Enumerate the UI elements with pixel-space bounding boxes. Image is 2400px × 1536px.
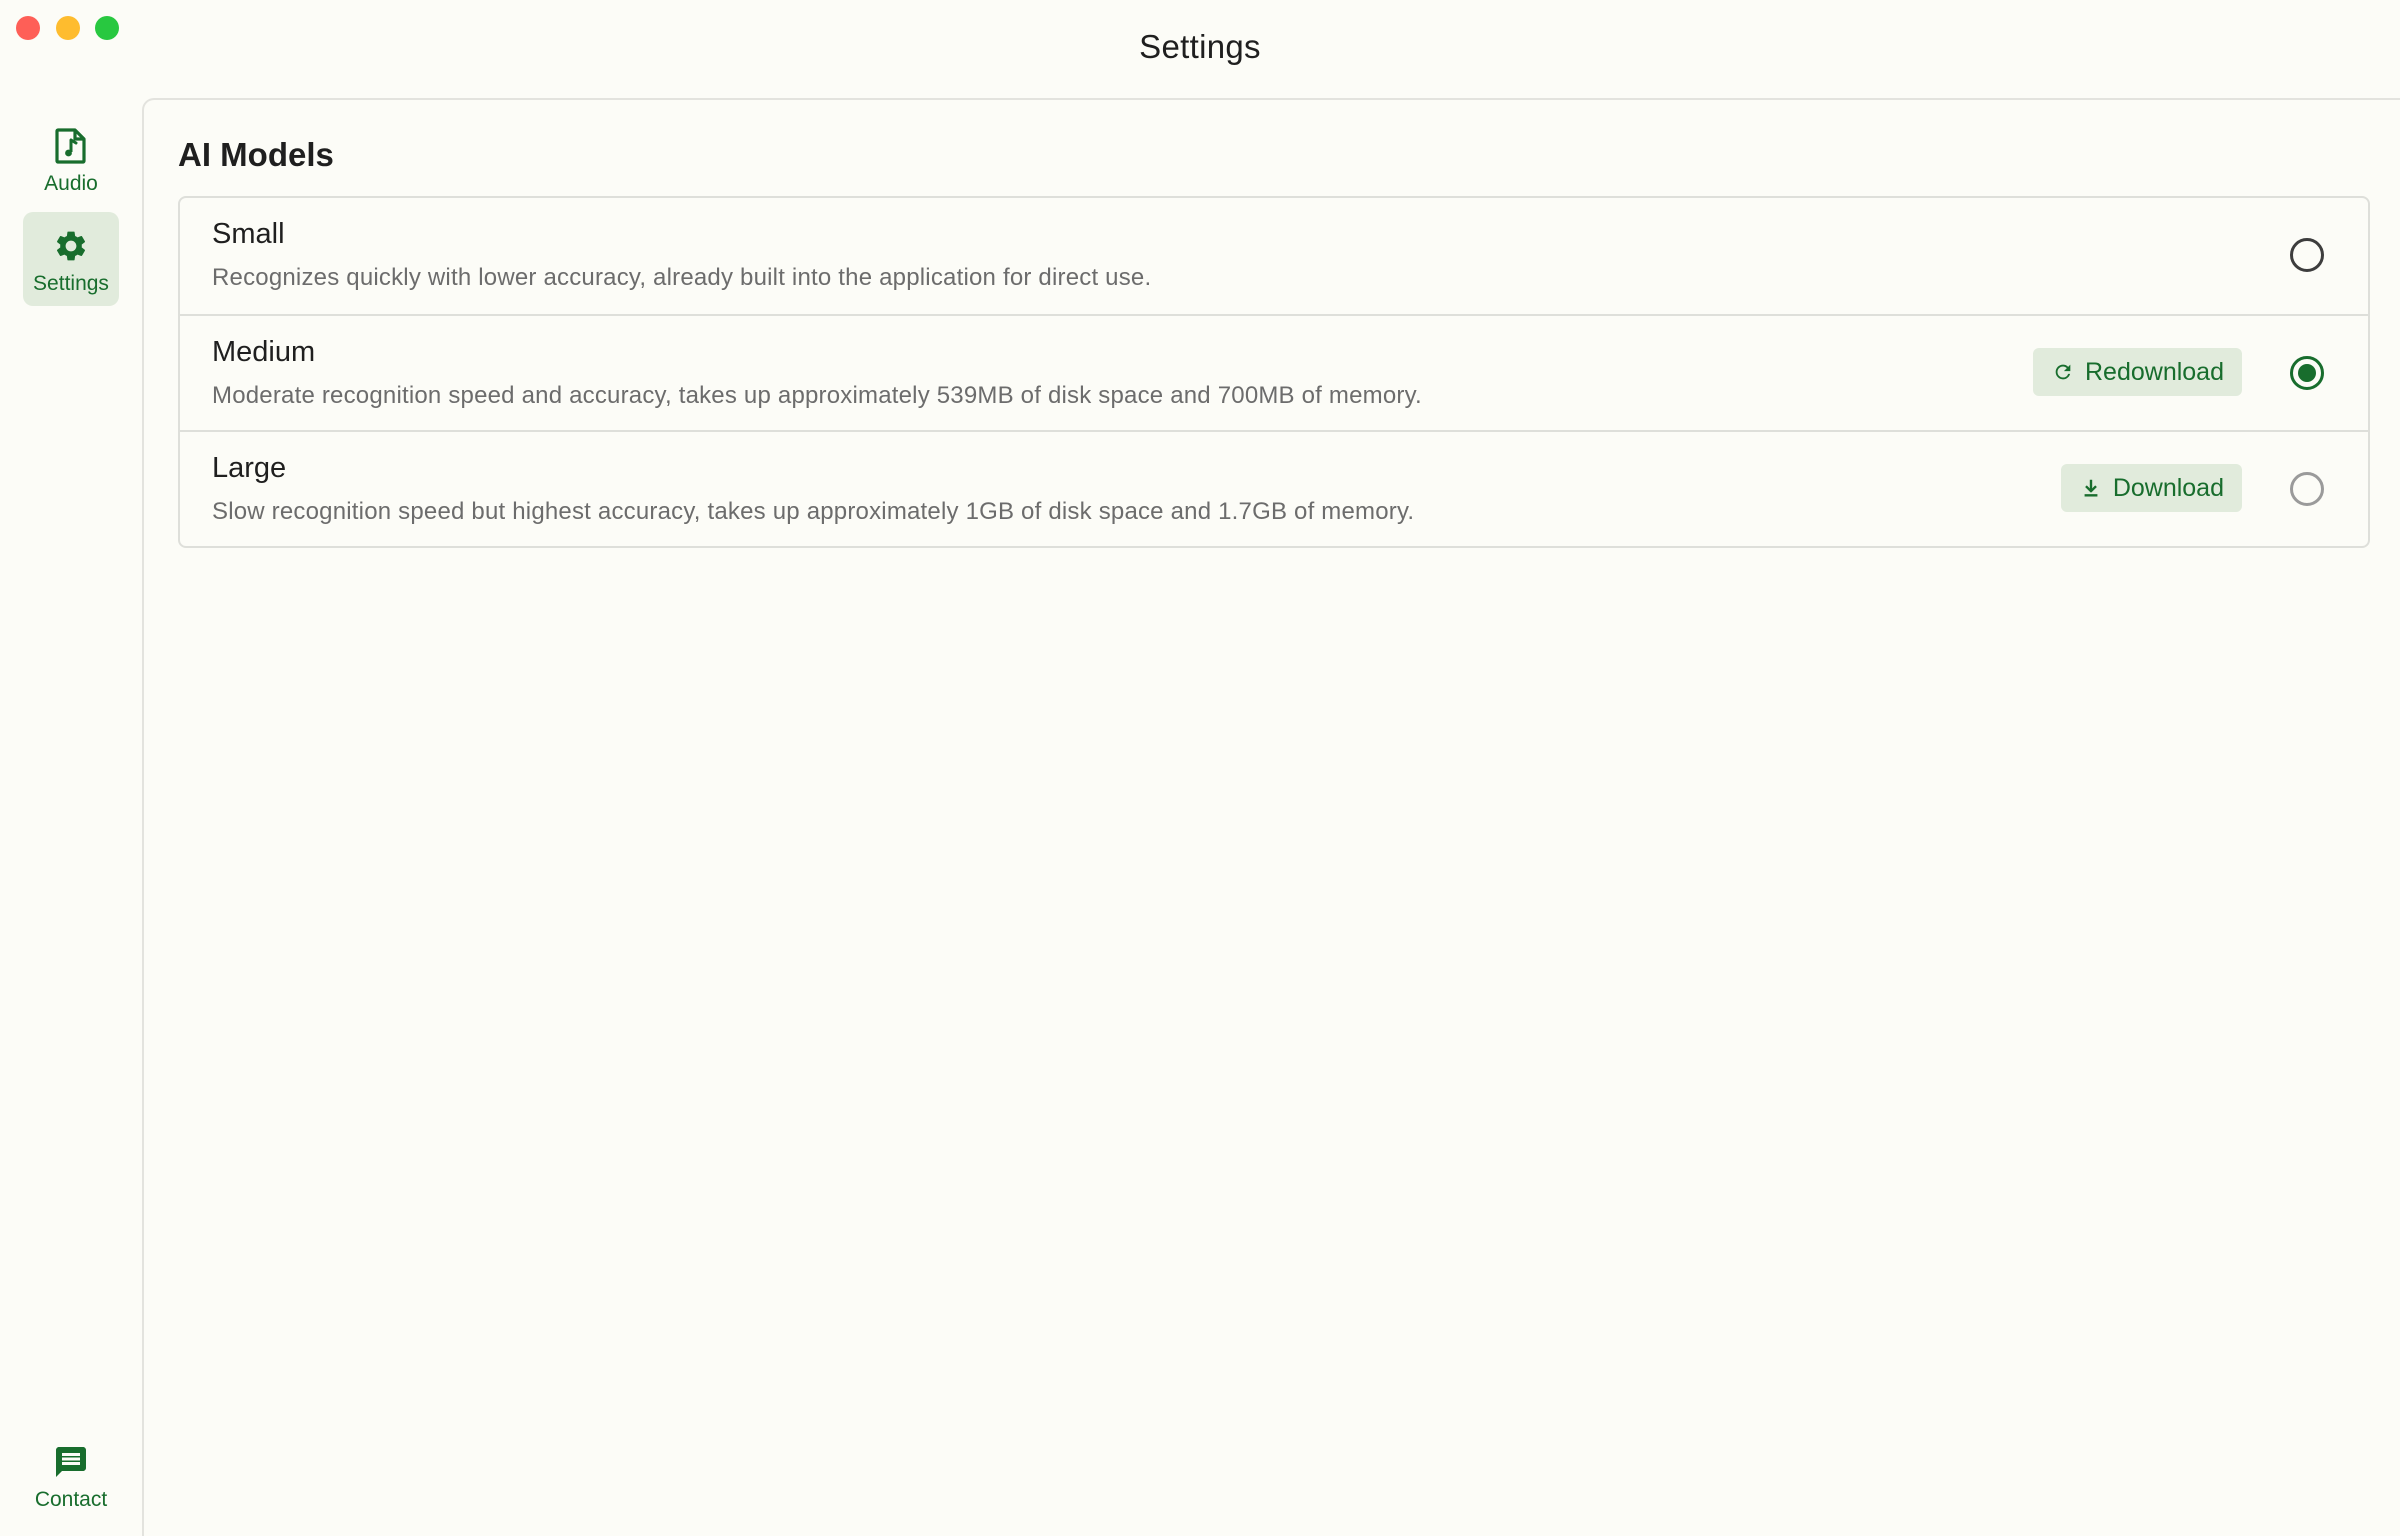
model-radio-medium[interactable] xyxy=(2290,356,2324,390)
chat-icon xyxy=(51,1442,91,1482)
refresh-icon xyxy=(2051,360,2075,384)
sidebar-item-audio[interactable]: Audio xyxy=(23,112,119,206)
model-name: Medium xyxy=(212,336,316,368)
section-title: AI Models xyxy=(178,136,334,173)
sidebar-item-settings[interactable]: Settings xyxy=(23,212,119,306)
model-row-small[interactable]: Small Recognizes quickly with lower accu… xyxy=(180,198,2368,314)
redownload-button[interactable]: Redownload xyxy=(2033,348,2242,396)
sidebar-item-label: Audio xyxy=(44,172,98,195)
app-window: Settings Audio Settings Contact AI Model… xyxy=(0,0,2400,1536)
download-button[interactable]: Download xyxy=(2060,464,2242,512)
sidebar: Audio Settings Contact xyxy=(0,98,142,1536)
download-icon xyxy=(2079,476,2103,500)
download-label: Download xyxy=(2112,473,2224,502)
model-list: Small Recognizes quickly with lower accu… xyxy=(178,196,2370,548)
sidebar-item-label: Settings xyxy=(33,272,109,295)
model-row-large[interactable]: Large Slow recognition speed but highest… xyxy=(180,430,2368,546)
model-description: Recognizes quickly with lower accuracy, … xyxy=(212,264,1152,291)
model-name: Large xyxy=(212,452,287,484)
title-bar: Settings xyxy=(0,0,2400,98)
window-title: Settings xyxy=(1139,28,1261,65)
model-name: Small xyxy=(212,218,285,250)
settings-panel: AI Models Small Recognizes quickly with … xyxy=(142,98,2400,1536)
model-row-medium[interactable]: Medium Moderate recognition speed and ac… xyxy=(180,314,2368,430)
music-file-icon xyxy=(51,126,91,166)
sidebar-item-contact[interactable]: Contact xyxy=(23,1428,119,1522)
model-radio-small[interactable] xyxy=(2290,238,2324,272)
redownload-label: Redownload xyxy=(2085,357,2224,386)
model-radio-large[interactable] xyxy=(2290,472,2324,506)
sidebar-item-label: Contact xyxy=(34,1488,108,1511)
model-description: Slow recognition speed but highest accur… xyxy=(212,498,1415,525)
model-description: Moderate recognition speed and accuracy,… xyxy=(212,382,1422,409)
gear-icon xyxy=(51,226,91,266)
